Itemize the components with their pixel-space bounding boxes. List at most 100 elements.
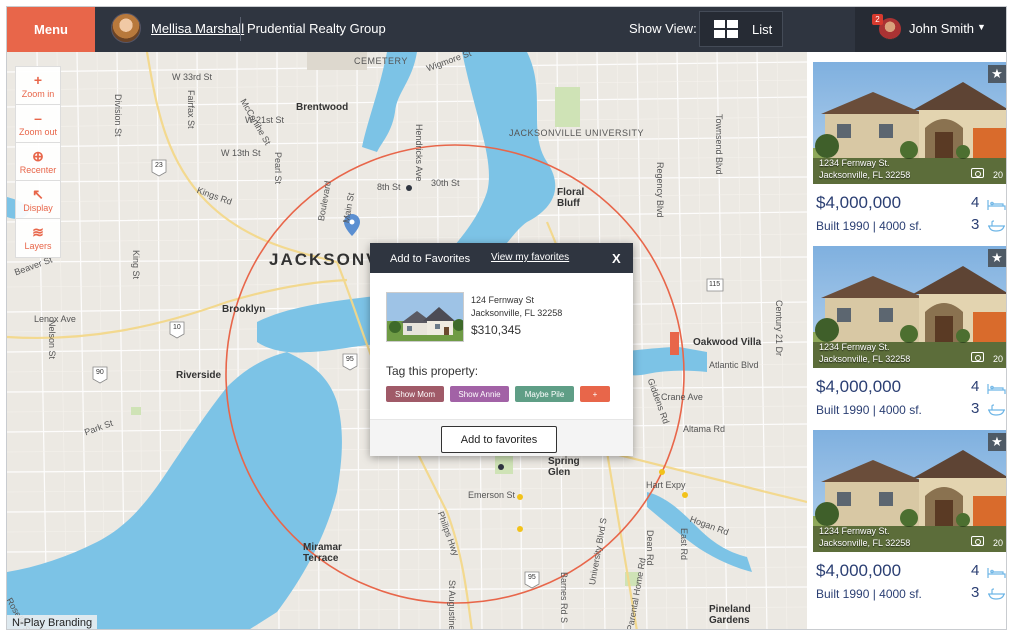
listing-card[interactable]: ★ 1234 Fernway St. Jacksonville, FL 3225… — [813, 246, 1006, 430]
listing-photo[interactable]: ★ 1234 Fernway St. Jacksonville, FL 3225… — [813, 246, 1006, 368]
menu-button[interactable]: Menu — [7, 7, 95, 52]
bathtub-icon — [988, 404, 1005, 416]
bed-icon — [987, 568, 1006, 578]
minus-icon[interactable]: – — [34, 111, 42, 125]
add-to-favorites-button[interactable]: Add to favorites — [441, 426, 557, 453]
tag-show-annie[interactable]: Show Annie — [450, 386, 509, 402]
display-button[interactable]: ↖ Display — [16, 181, 60, 219]
radius-resize-handle[interactable] — [670, 332, 679, 355]
plus-icon[interactable]: + — [34, 73, 42, 87]
route-shield: 90 — [96, 369, 104, 376]
recenter-button[interactable]: ⊕ Recenter — [16, 143, 60, 181]
listing-address-line2: Jacksonville, FL 32258 — [819, 354, 911, 364]
listing-card[interactable]: ★ 1234 Fernway St. Jacksonville, FL 3225… — [813, 62, 1006, 246]
chevron-down-icon[interactable]: ▼ — [977, 22, 986, 32]
layers-icon[interactable]: ≋ — [32, 225, 44, 239]
photo-count: 20 — [992, 538, 1003, 548]
user-name[interactable]: John Smith — [909, 21, 974, 36]
map-label-street: Crane Ave — [661, 392, 703, 402]
agent-avatar[interactable] — [111, 13, 141, 43]
layers-label[interactable]: Layers — [24, 241, 51, 251]
route-shield: 95 — [528, 574, 536, 581]
map-label-street: Regency Blvd — [655, 162, 665, 218]
map-label-brentwood: Brentwood — [296, 102, 349, 113]
photo-count: 20 — [992, 354, 1003, 364]
tag-property-label: Tag this property: — [386, 364, 479, 378]
close-icon[interactable]: X — [612, 251, 621, 266]
modal-footer: Add to favorites — [370, 419, 633, 456]
show-view-label: Show View: — [629, 21, 697, 36]
route-shield: 95 — [346, 356, 354, 363]
map-label-cemetery: CEMETERY — [354, 56, 408, 66]
branding-label: N-Play Branding — [7, 615, 98, 629]
listing-address-line1: 1234 Fernway St. — [819, 158, 890, 168]
modal-header: Add to Favorites View my favorites X — [370, 243, 633, 273]
property-address-line2: Jacksonville, FL 32258 — [471, 308, 563, 318]
bed-count: 4 — [971, 378, 980, 395]
top-bar: Menu Mellisa Marshall Prudential Realty … — [7, 7, 1006, 52]
agent-name-link[interactable]: Mellisa Marshall — [151, 21, 244, 36]
bed-count: 4 — [971, 194, 980, 211]
recenter-label[interactable]: Recenter — [20, 165, 57, 175]
crosshair-icon[interactable]: ⊕ — [32, 149, 44, 163]
display-label[interactable]: Display — [23, 203, 53, 213]
app-window: Menu Mellisa Marshall Prudential Realty … — [6, 6, 1007, 630]
bed-icon — [987, 384, 1006, 394]
favorite-star-icon[interactable]: ★ — [988, 249, 1006, 267]
map-label-street: Townsend Blvd — [714, 114, 724, 175]
map-label-street: 8th St — [377, 182, 401, 192]
property-price: $310,345 — [471, 323, 522, 337]
tag-maybe-pile[interactable]: Maybe Pile — [515, 386, 574, 402]
map-label-street: Division St — [113, 94, 123, 137]
divider — [240, 17, 241, 41]
grid-view-icon[interactable] — [714, 20, 738, 38]
tag-show-mom[interactable]: Show Mom — [386, 386, 444, 402]
map[interactable]: JACKSONVILLE Brentwood Brooklyn Riversid… — [7, 52, 807, 630]
listing-price: $4,000,000 — [816, 377, 902, 396]
pointer-icon[interactable]: ↖ — [32, 187, 44, 201]
bath-count: 3 — [971, 584, 980, 601]
listing-photo[interactable]: ★ 1234 Fernway St. Jacksonville, FL 3225… — [813, 62, 1006, 184]
user-menu[interactable]: 2 John Smith ▼ — [855, 7, 1006, 52]
map-label-street: St Augustine Rd — [447, 580, 457, 630]
listing-address-line1: 1234 Fernway St. — [819, 342, 890, 352]
map-label-jacksonville-university: JACKSONVILLE UNIVERSITY — [509, 128, 645, 138]
notification-badge[interactable]: 2 — [872, 14, 883, 25]
map-label-street: Barnes Rd S — [559, 572, 569, 624]
map-label-street: King St — [131, 250, 141, 280]
add-to-favorites-modal: Add to Favorites View my favorites X 124… — [370, 243, 633, 456]
view-toggle-button[interactable]: List — [699, 11, 783, 47]
zoom-out-label[interactable]: Zoom out — [19, 127, 57, 137]
property-thumbnail — [386, 292, 464, 342]
map-label-street: Nelson St — [47, 320, 57, 360]
house-photo — [387, 293, 463, 341]
bath-count: 3 — [971, 216, 980, 233]
listing-price: $4,000,000 — [816, 193, 902, 212]
property-address-line1: 124 Fernway St — [471, 295, 535, 305]
listing-address-line1: 1234 Fernway St. — [819, 526, 890, 536]
map-label-pineland-gardens: Pineland Gardens — [709, 604, 751, 626]
map-label-miramar-terrace: Miramar Terrace — [303, 542, 342, 564]
zoom-in-label[interactable]: Zoom in — [22, 89, 55, 99]
view-favorites-link[interactable]: View my favorites — [491, 252, 569, 263]
listing-address-line2: Jacksonville, FL 32258 — [819, 170, 911, 180]
favorite-star-icon[interactable]: ★ — [988, 433, 1006, 451]
favorite-star-icon[interactable]: ★ — [988, 65, 1006, 83]
zoom-in-button[interactable]: + Zoom in — [16, 67, 60, 105]
map-label-street: Hart Expy — [646, 480, 686, 490]
map-label-street: W 13th St — [221, 148, 261, 158]
map-label-street: East Rd — [679, 528, 689, 561]
layers-button[interactable]: ≋ Layers — [16, 219, 60, 257]
agent-company: Prudential Realty Group — [247, 21, 386, 36]
listing-card[interactable]: ★ 1234 Fernway St. Jacksonville, FL 3225… — [813, 430, 1006, 614]
zoom-out-button[interactable]: – Zoom out — [16, 105, 60, 143]
add-tag-button[interactable]: + — [580, 386, 610, 402]
listing-photo[interactable]: ★ 1234 Fernway St. Jacksonville, FL 3225… — [813, 430, 1006, 552]
list-view-label[interactable]: List — [752, 22, 772, 37]
camera-icon[interactable] — [971, 536, 984, 546]
bathtub-icon — [988, 220, 1005, 232]
camera-icon[interactable] — [971, 352, 984, 362]
listing-details: Built 1990 | 4000 sf. — [816, 403, 922, 417]
bed-icon — [987, 200, 1006, 210]
camera-icon[interactable] — [971, 168, 984, 178]
